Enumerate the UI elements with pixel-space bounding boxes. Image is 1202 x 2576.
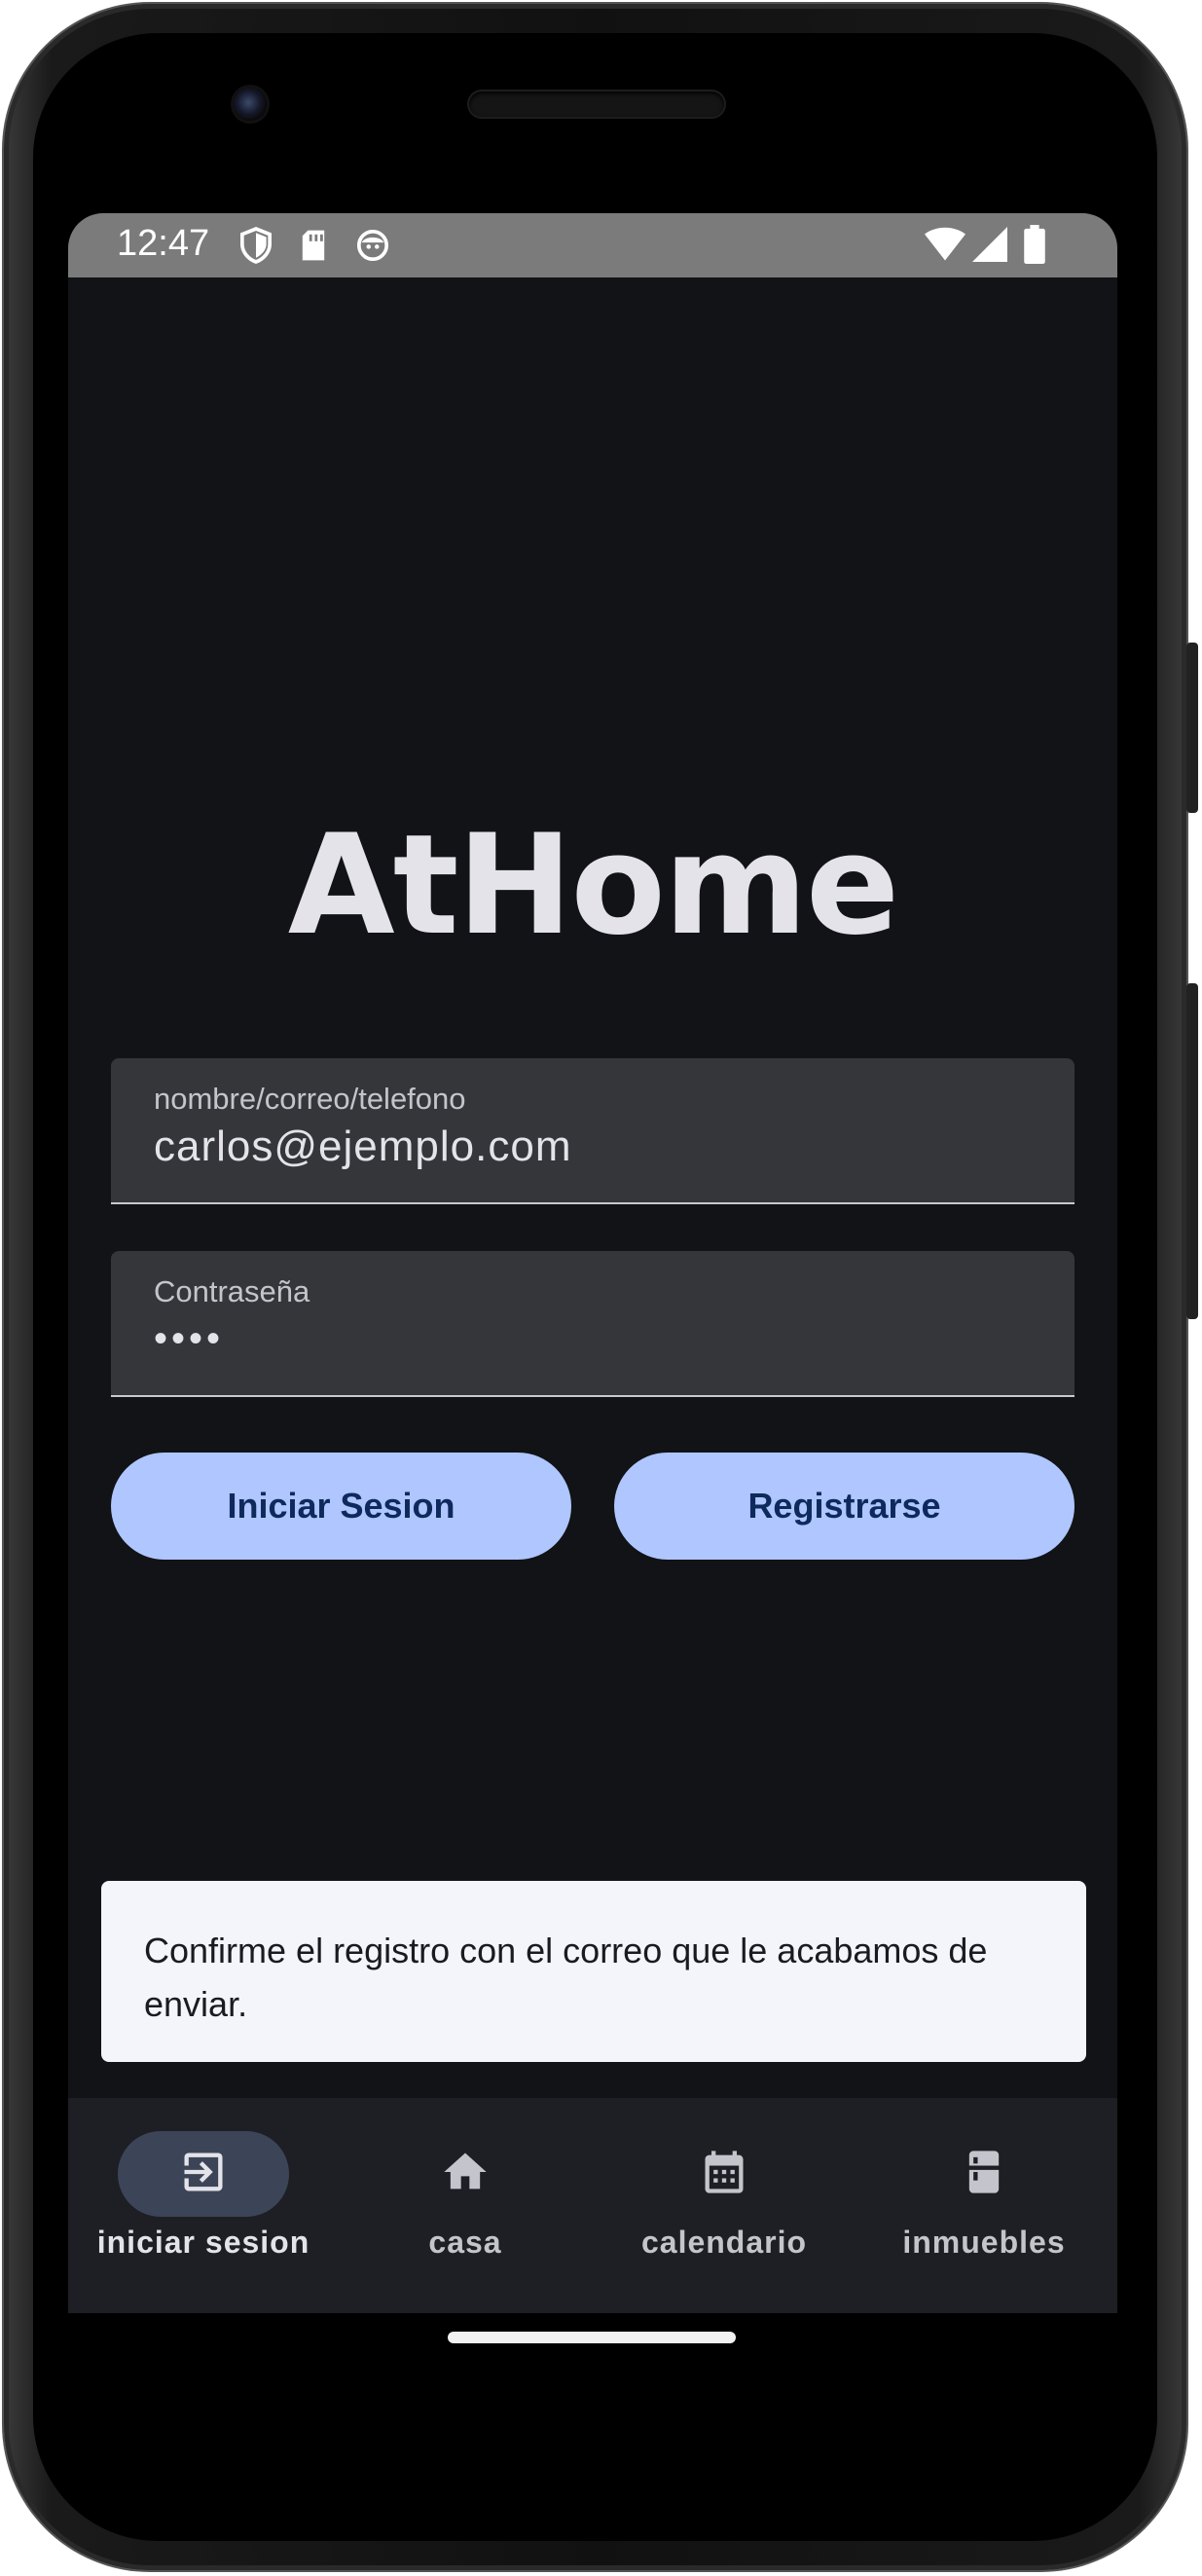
- home-icon: [440, 2147, 491, 2202]
- front-camera: [234, 88, 267, 121]
- password-label: Contraseña: [154, 1274, 310, 1308]
- face-icon: [356, 229, 389, 262]
- nav-item-casa[interactable]: casa: [334, 2098, 597, 2313]
- app-logo: AtHome: [287, 805, 899, 966]
- home-gesture-bar[interactable]: [448, 2332, 736, 2343]
- password-value[interactable]: ••••: [154, 1317, 224, 1361]
- login-icon: [178, 2147, 229, 2202]
- nav-label: calendario: [640, 2225, 808, 2260]
- shield-icon: [239, 227, 273, 264]
- nav-icon-container: [638, 2131, 810, 2217]
- nav-label: casa: [428, 2225, 502, 2260]
- nav-label: inmuebles: [902, 2225, 1066, 2260]
- nav-item-inmuebles[interactable]: inmuebles: [853, 2098, 1115, 2313]
- bottom-navigation: iniciar sesion casa calendario inmuebles: [68, 2098, 1117, 2313]
- battery-icon: [1024, 225, 1045, 264]
- sd-card-icon: [300, 229, 327, 262]
- username-label: nombre/correo/telefono: [154, 1082, 466, 1116]
- signal-icon: [971, 227, 1008, 262]
- app-screen: 12:47 AtHome nombre/correo/telefono carl…: [68, 213, 1117, 2313]
- fridge-icon: [959, 2147, 1009, 2202]
- power-button: [1186, 643, 1198, 813]
- nav-item-iniciar-sesion[interactable]: iniciar sesion: [72, 2098, 335, 2313]
- nav-icon-container: [898, 2131, 1070, 2217]
- calendar-icon: [699, 2147, 749, 2202]
- nav-icon-container: [380, 2131, 551, 2217]
- wifi-icon: [925, 227, 965, 262]
- nav-item-calendario[interactable]: calendario: [593, 2098, 856, 2313]
- snackbar-message: Confirme el registro con el correo que l…: [144, 1931, 988, 2024]
- earpiece-speaker: [469, 92, 724, 117]
- nav-label: iniciar sesion: [96, 2225, 310, 2260]
- status-time: 12:47: [117, 223, 210, 264]
- login-button[interactable]: Iniciar Sesion: [111, 1453, 571, 1560]
- username-value[interactable]: carlos@ejemplo.com: [154, 1122, 571, 1171]
- volume-button: [1186, 983, 1198, 1319]
- register-button[interactable]: Registrarse: [614, 1453, 1075, 1560]
- username-field[interactable]: nombre/correo/telefono carlos@ejemplo.co…: [111, 1058, 1075, 1204]
- password-field[interactable]: Contraseña ••••: [111, 1251, 1075, 1397]
- snackbar: Confirme el registro con el correo que l…: [101, 1881, 1086, 2062]
- status-bar: 12:47: [68, 213, 1117, 277]
- nav-active-indicator: [118, 2131, 289, 2217]
